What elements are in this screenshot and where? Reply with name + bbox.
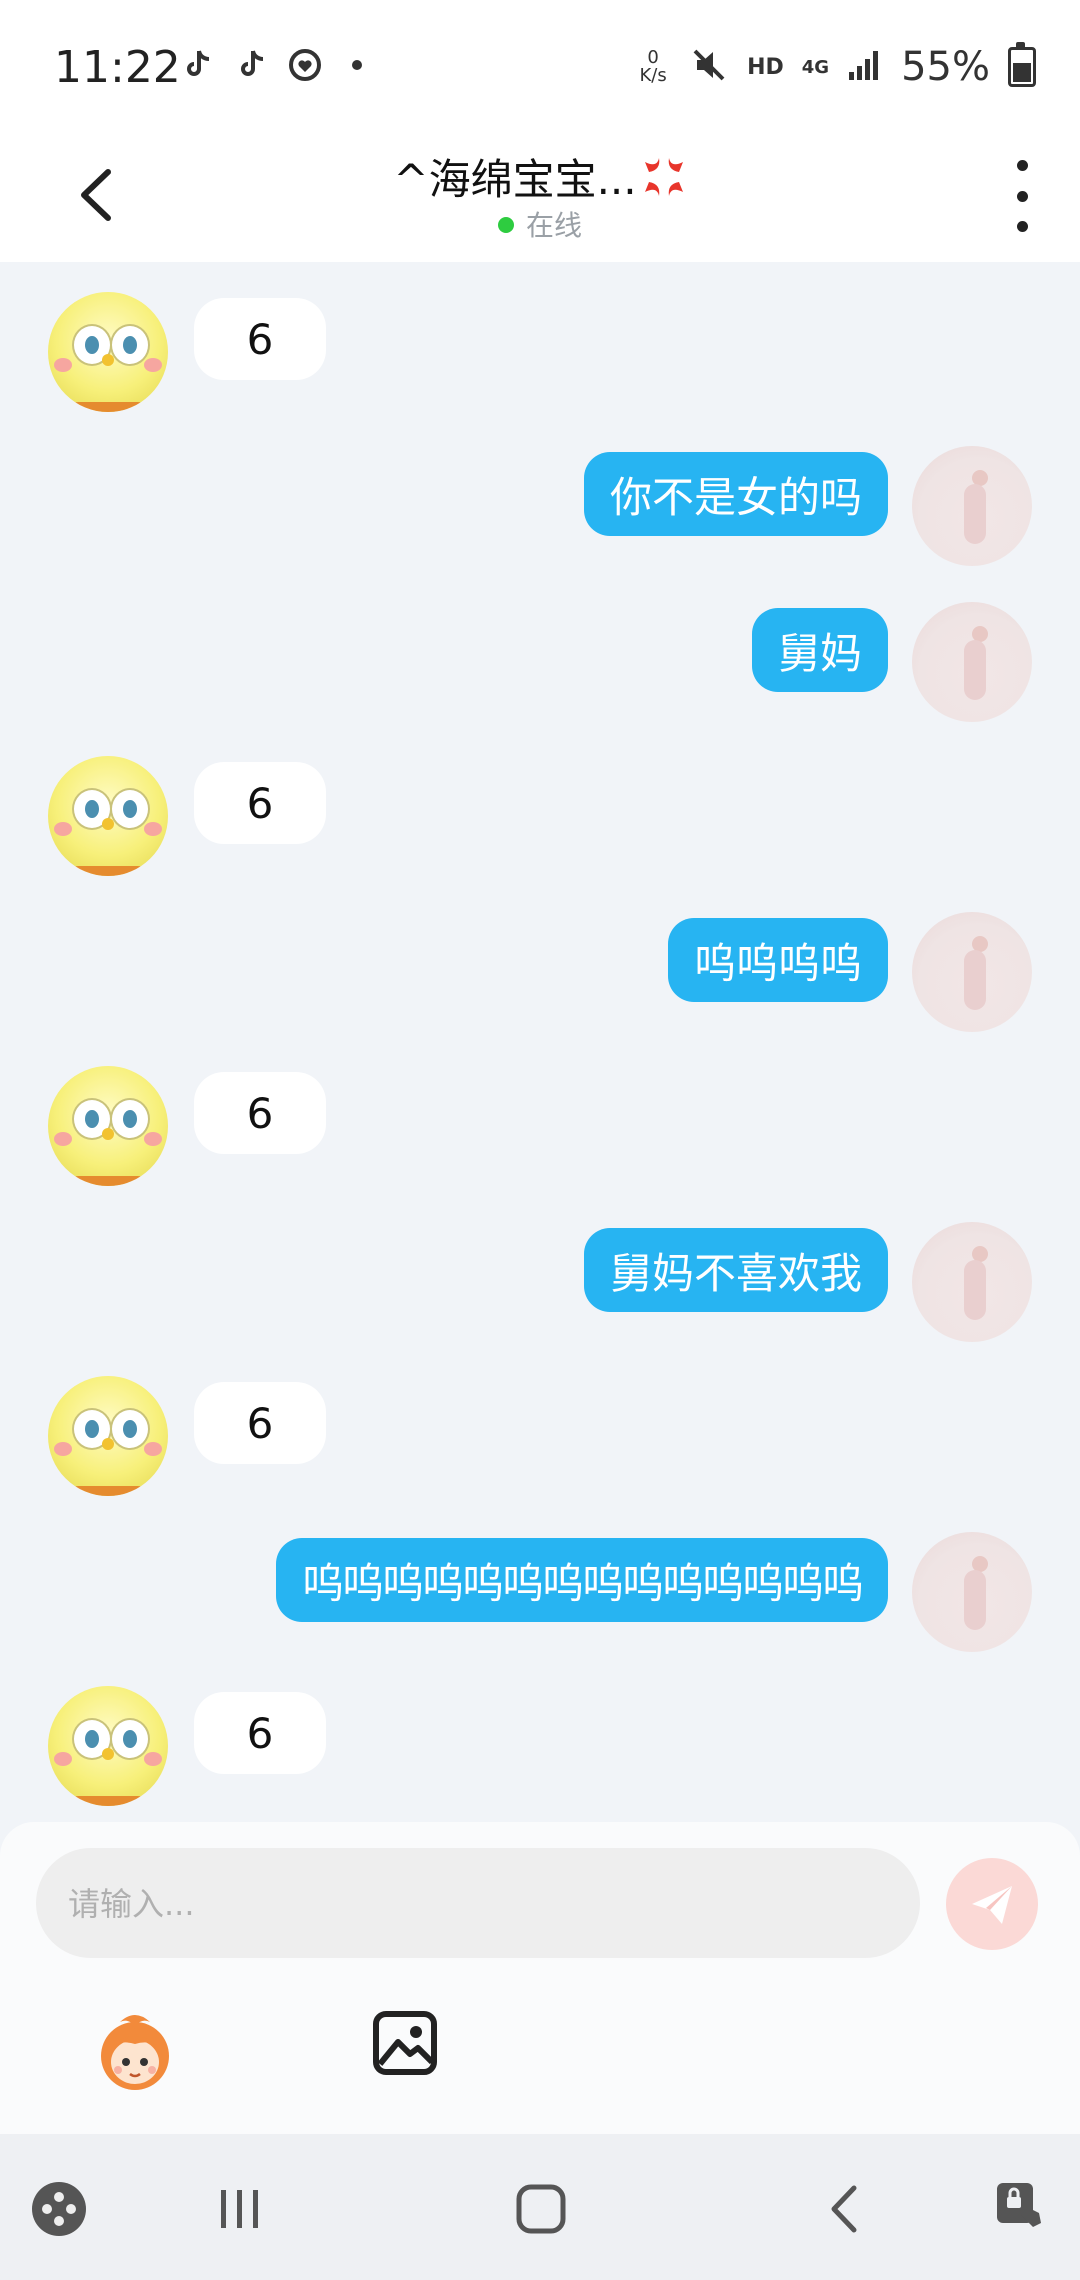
user-avatar[interactable] [912,912,1032,1032]
message-row-incoming: 6 [0,1686,1080,1816]
message-row-outgoing: 舅妈 [0,602,1080,732]
back-arrow-icon [831,2185,857,2233]
hd-label: HD [747,54,784,80]
online-status-text: 在线 [525,209,582,242]
gamepad-icon [32,2182,86,2236]
user-avatar[interactable] [912,1222,1032,1342]
message-bubble-outgoing[interactable]: 你不是女的吗 [583,452,888,536]
message-row-incoming: 6 [0,756,1080,886]
message-row-outgoing: 你不是女的吗 [0,446,1080,576]
user-avatar[interactable] [912,446,1032,566]
heart-circle-icon [288,48,322,82]
message-bubble-incoming[interactable]: 6 [194,298,326,380]
anger-symbol-icon [644,158,683,196]
system-navigation-bar [0,2134,1080,2280]
contact-avatar[interactable] [48,1376,168,1496]
message-bubble-incoming[interactable]: 6 [194,1692,326,1774]
recent-apps-icon [221,2190,258,2228]
signal-bars-icon [847,48,883,86]
home-icon [516,2184,566,2234]
message-row-outgoing: 呜呜呜呜呜呜呜呜呜呜呜呜呜呜 [0,1532,1080,1662]
home-button[interactable] [506,2174,576,2244]
accessibility-button[interactable] [986,2174,1056,2244]
game-launcher-button[interactable] [24,2174,94,2244]
send-button[interactable] [946,1858,1038,1950]
status-time: 11:22 [54,42,181,93]
network-speed-unit: K/s [639,65,667,86]
paper-plane-icon [972,1886,1012,1924]
chat-header: ^海绵宝宝... 在线 [0,130,1080,262]
signal-type-label: 4G [801,56,830,78]
message-bubble-outgoing[interactable]: 呜呜呜呜呜呜呜呜呜呜呜呜呜呜 [275,1538,888,1622]
message-input[interactable] [66,1848,890,1960]
message-bubble-outgoing[interactable]: 舅妈 [751,608,888,692]
touch-lock-icon [997,2183,1041,2227]
message-bubble-incoming[interactable]: 6 [194,762,326,844]
online-status: 在线 [0,204,1080,244]
message-input-container [36,1848,920,1960]
network-speed: 0 K/s [635,49,671,85]
message-row-incoming: 6 [0,1376,1080,1506]
more-notifications-dot [352,60,362,70]
contact-avatar[interactable] [48,1066,168,1186]
message-bubble-outgoing[interactable]: 舅妈不喜欢我 [583,1228,888,1312]
system-back-button[interactable] [810,2174,880,2244]
battery-percent: 55% [901,44,990,90]
message-bubble-incoming[interactable]: 6 [194,1072,326,1154]
composer-panel [0,1822,1080,2134]
sticker-button[interactable] [90,2006,180,2096]
message-row-incoming: 6 [0,292,1080,422]
menu-dot [1016,221,1028,232]
message-row-incoming: 6 [0,1066,1080,1196]
status-notification-icons [180,48,362,82]
user-avatar[interactable] [912,1532,1032,1652]
image-icon [373,2011,437,2075]
message-row-outgoing: 舅妈不喜欢我 [0,1222,1080,1352]
sticker-character-icon [101,2015,169,2090]
status-system-icons: 0 K/s HD 4G 55% [635,42,1036,90]
message-row-outgoing: 呜呜呜呜 [0,912,1080,1042]
online-indicator [497,217,514,233]
contact-name: ^海绵宝宝... [393,155,637,204]
recent-apps-button[interactable] [205,2174,275,2244]
image-button[interactable] [370,2008,440,2078]
message-list[interactable]: 6 你不是女的吗 舅妈 6 呜呜呜呜 6 舅妈不喜欢我 6 呜呜呜呜呜呜呜呜呜呜… [0,262,1080,1822]
tiktok-icon [180,48,214,82]
message-bubble-incoming[interactable]: 6 [194,1382,326,1464]
contact-avatar[interactable] [48,292,168,412]
contact-avatar[interactable] [48,756,168,876]
user-avatar[interactable] [912,602,1032,722]
chat-title: ^海绵宝宝... [0,146,1080,207]
tiktok-icon [234,48,268,82]
more-menu-button[interactable] [1010,160,1034,232]
status-bar: 11:22 0 K/s HD 4G 55% [0,0,1080,130]
mute-icon [689,45,729,89]
contact-avatar[interactable] [48,1686,168,1806]
message-bubble-outgoing[interactable]: 呜呜呜呜 [667,918,888,1002]
menu-dot [1016,190,1028,202]
more-vertical-icon [1016,160,1028,171]
battery-icon [1008,42,1036,87]
